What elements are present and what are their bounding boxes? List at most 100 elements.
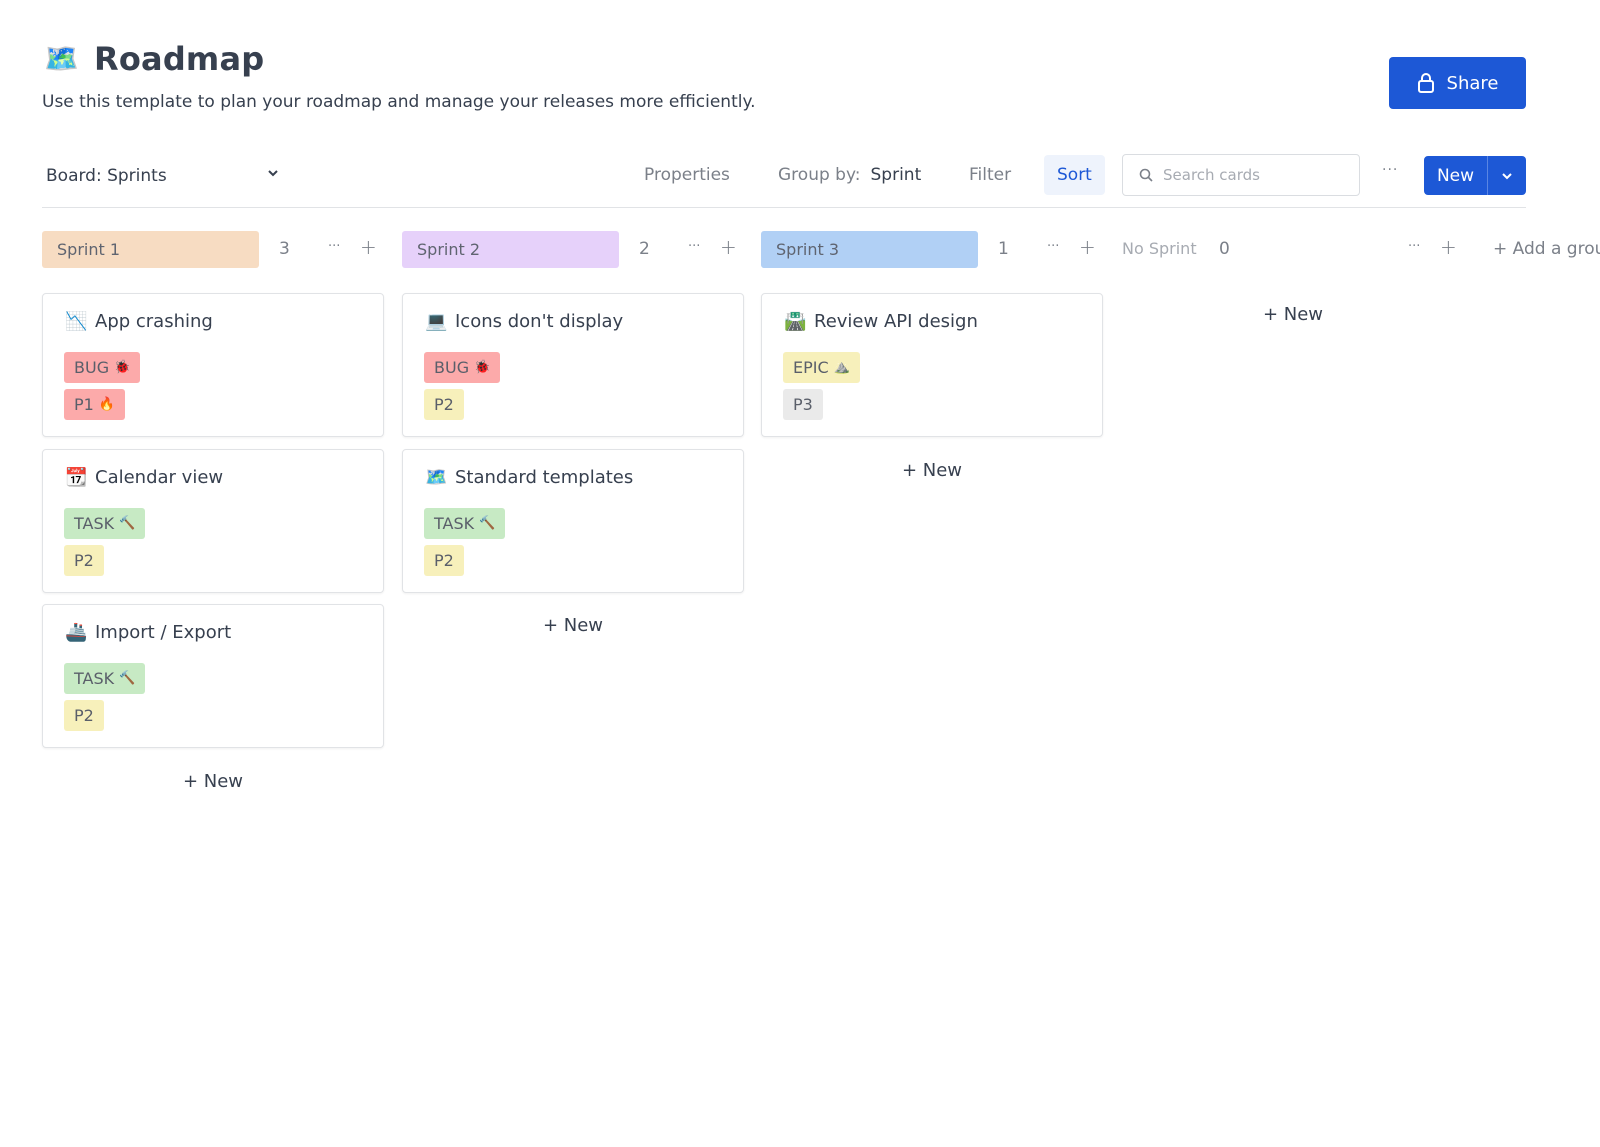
world-map-icon: 🗺️ (425, 467, 448, 488)
column-header: Sprint 1 3 ··· + (42, 231, 384, 268)
board-card[interactable]: 🗺️ Standard templates TASK 🔨 P2 (402, 449, 744, 593)
type-tag: TASK 🔨 (64, 508, 146, 539)
column-header: Sprint 3 1 ··· + (761, 231, 1103, 268)
board-card[interactable]: 🛣️ Review API design EPIC ⛰️ P3 (761, 293, 1103, 437)
add-card-button[interactable]: + New (1122, 304, 1464, 325)
priority-tag-label: P2 (434, 395, 454, 414)
add-card-button[interactable]: + New (402, 615, 744, 636)
world-map-icon: 🗺️ (44, 42, 79, 75)
group-by-value: Sprint (870, 165, 922, 185)
hammer-icon: 🔨 (479, 516, 496, 531)
share-button[interactable]: Share (1389, 57, 1526, 109)
board-toolbar: Board: Sprints Properties Group by: Spri… (42, 150, 1526, 208)
chevron-down-icon (1502, 172, 1512, 179)
type-tag: BUG 🐞 (64, 352, 141, 383)
column-count: 2 (639, 239, 650, 259)
card-title: 🛣️ Review API design (784, 311, 978, 332)
new-dropdown-button[interactable] (1488, 156, 1526, 195)
add-group-button[interactable]: + Add a group (1493, 239, 1600, 259)
column-add-button[interactable]: + (1440, 235, 1457, 259)
search-icon (1139, 168, 1153, 182)
board-card[interactable]: 📆 Calendar view TASK 🔨 P2 (42, 449, 384, 593)
board-view-select[interactable]: Board: Sprints (46, 160, 286, 192)
board-card[interactable]: 💻 Icons don't display BUG 🐞 P2 (402, 293, 744, 437)
properties-label: Properties (644, 165, 730, 185)
laptop-icon: 💻 (425, 311, 448, 332)
priority-tag-label: P2 (434, 551, 454, 570)
board-card[interactable]: 📉 App crashing BUG 🐞 P1 🔥 (42, 293, 384, 437)
page-title: Roadmap (94, 40, 265, 78)
filter-label: Filter (969, 165, 1012, 185)
column-header: Sprint 2 2 ··· + (402, 231, 744, 268)
lock-icon (1417, 73, 1434, 93)
board-column-sprint-1: Sprint 1 3 ··· + 📉 App crashing BUG 🐞 P1… (42, 231, 384, 792)
card-title: 🗺️ Standard templates (425, 467, 633, 488)
card-title: 💻 Icons don't display (425, 311, 623, 332)
search-cards-field[interactable] (1122, 154, 1360, 196)
column-title[interactable]: Sprint 3 (761, 231, 978, 268)
add-card-button[interactable]: + New (42, 771, 384, 792)
card-title: 📆 Calendar view (65, 467, 223, 488)
ship-icon: 🚢 (65, 622, 88, 643)
board-column-sprint-3: Sprint 3 1 ··· + 🛣️ Review API design EP… (761, 231, 1103, 481)
page-header: 🗺️ Roadmap (44, 40, 264, 78)
priority-tag: P2 (64, 700, 104, 731)
column-add-button[interactable]: + (1079, 235, 1096, 259)
priority-tag: P3 (783, 389, 823, 420)
group-by-button[interactable]: Group by: Sprint (778, 155, 921, 195)
priority-tag-label: P3 (793, 395, 813, 414)
column-title[interactable]: Sprint 2 (402, 231, 619, 268)
column-add-button[interactable]: + (360, 235, 377, 259)
column-title[interactable]: Sprint 1 (42, 231, 259, 268)
column-count: 1 (998, 239, 1009, 259)
hammer-icon: 🔨 (119, 671, 136, 686)
type-tag-label: BUG (434, 358, 470, 377)
column-count: 3 (279, 239, 290, 259)
priority-tag: P2 (424, 389, 464, 420)
add-card-button[interactable]: + New (761, 460, 1103, 481)
roadmap-page: 🗺️ Roadmap Use this template to plan you… (0, 0, 1600, 1147)
board-column-sprint-2: Sprint 2 2 ··· + 💻 Icons don't display B… (402, 231, 744, 636)
column-more-button[interactable]: ··· (1047, 239, 1059, 254)
type-tag-label: TASK (74, 669, 115, 688)
calendar-icon: 📆 (65, 467, 88, 488)
column-more-button[interactable]: ··· (688, 239, 700, 254)
type-tag: TASK 🔨 (64, 663, 146, 694)
board-card[interactable]: 🚢 Import / Export TASK 🔨 P2 (42, 604, 384, 748)
more-options-button[interactable]: ··· (1382, 162, 1398, 178)
hammer-icon: 🔨 (119, 516, 136, 531)
type-tag: TASK 🔨 (424, 508, 506, 539)
type-tag: BUG 🐞 (424, 352, 501, 383)
sort-label: Sort (1057, 165, 1092, 185)
column-add-button[interactable]: + (720, 235, 737, 259)
card-title-text: Standard templates (455, 467, 634, 488)
card-title-text: Import / Export (95, 622, 232, 643)
properties-button[interactable]: Properties (644, 155, 730, 195)
search-cards-input[interactable] (1163, 166, 1343, 184)
type-tag: EPIC ⛰️ (783, 352, 860, 383)
card-title-text: Icons don't display (455, 311, 624, 332)
type-tag-label: EPIC (793, 358, 829, 377)
new-split-button: New (1424, 156, 1526, 195)
priority-tag-label: P1 (74, 395, 94, 414)
group-by-label: Group by: (778, 165, 861, 185)
card-title-text: Calendar view (95, 467, 224, 488)
board-view-label: Board: Sprints (46, 166, 167, 186)
column-title[interactable]: No Sprint (1122, 239, 1197, 258)
chart-decreasing-icon: 📉 (65, 311, 88, 332)
priority-tag: P1 🔥 (64, 389, 126, 420)
column-more-button[interactable]: ··· (328, 239, 340, 254)
type-tag-label: BUG (74, 358, 110, 377)
fire-icon: 🔥 (98, 397, 116, 412)
card-title: 📉 App crashing (65, 311, 213, 332)
priority-tag: P2 (424, 545, 464, 576)
sort-button[interactable]: Sort (1044, 155, 1105, 195)
new-button[interactable]: New (1424, 156, 1488, 195)
priority-tag: P2 (64, 545, 104, 576)
mountain-icon: ⛰️ (833, 360, 850, 375)
filter-button[interactable]: Filter (969, 155, 1011, 195)
column-header: No Sprint 0 ··· + (1122, 231, 1464, 268)
column-more-button[interactable]: ··· (1408, 239, 1420, 254)
motorway-icon: 🛣️ (784, 311, 807, 332)
card-title: 🚢 Import / Export (65, 622, 231, 643)
